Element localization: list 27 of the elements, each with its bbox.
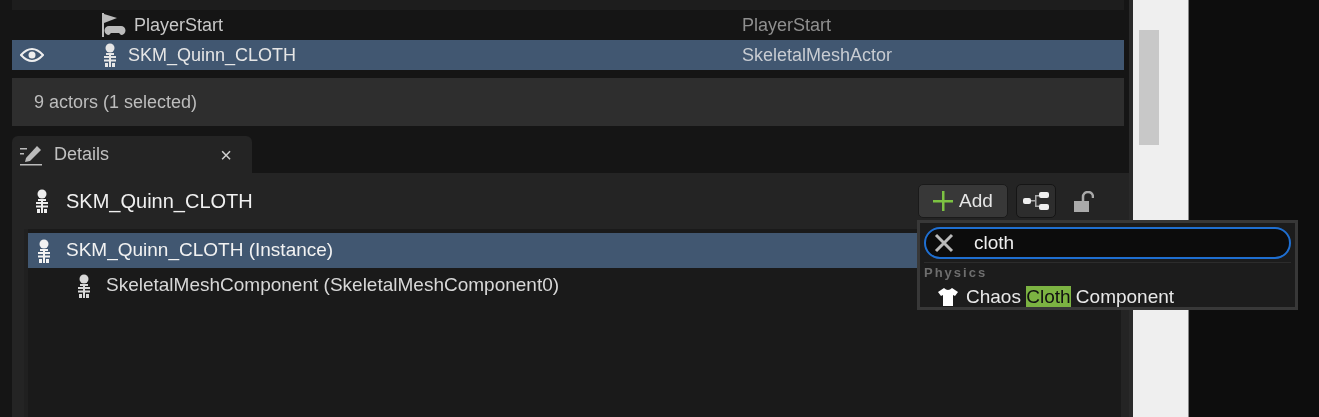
details-tab[interactable]: Details ×: [12, 136, 252, 173]
outliner-row[interactable]: PlayerStart PlayerStart: [12, 10, 1124, 40]
actor-name: PlayerStart: [134, 13, 224, 37]
unlocked-icon[interactable]: [1071, 190, 1094, 213]
tab-title: Details: [54, 143, 110, 166]
result-item[interactable]: Chaos Cloth Component: [966, 282, 1175, 311]
shirt-icon: [938, 287, 958, 306]
eye-icon[interactable]: [20, 47, 44, 63]
component-name: SkeletalMeshComponent (SkeletalMeshComponent0): [106, 273, 560, 298]
search-field[interactable]: cloth: [924, 227, 1291, 259]
plus-icon: [933, 191, 953, 211]
scrollbar-thumb[interactable]: [1139, 30, 1159, 145]
hierarchy-button[interactable]: [1015, 184, 1056, 218]
category-label: Physics: [924, 262, 1291, 283]
actor-name: SKM_Quinn_CLOTH: [128, 43, 297, 68]
actor-type: PlayerStart: [742, 13, 832, 37]
clear-icon[interactable]: [934, 233, 954, 253]
add-button[interactable]: Add: [918, 184, 1008, 218]
component-name: SKM_Quinn_CLOTH (Instance): [66, 238, 334, 263]
hierarchy-icon: [1022, 192, 1049, 210]
actor-title: SKM_Quinn_CLOTH: [66, 189, 253, 215]
flag-gamepad-icon: [100, 12, 126, 38]
outliner-row[interactable]: SKM_Quinn_CLOTH SkeletalMeshActor: [12, 40, 1124, 70]
actor-type: SkeletalMeshActor: [742, 43, 893, 67]
close-button[interactable]: ×: [208, 139, 244, 170]
actor-count: 9 actors (1 selected): [12, 78, 1124, 126]
pencil-icon: [20, 143, 44, 166]
